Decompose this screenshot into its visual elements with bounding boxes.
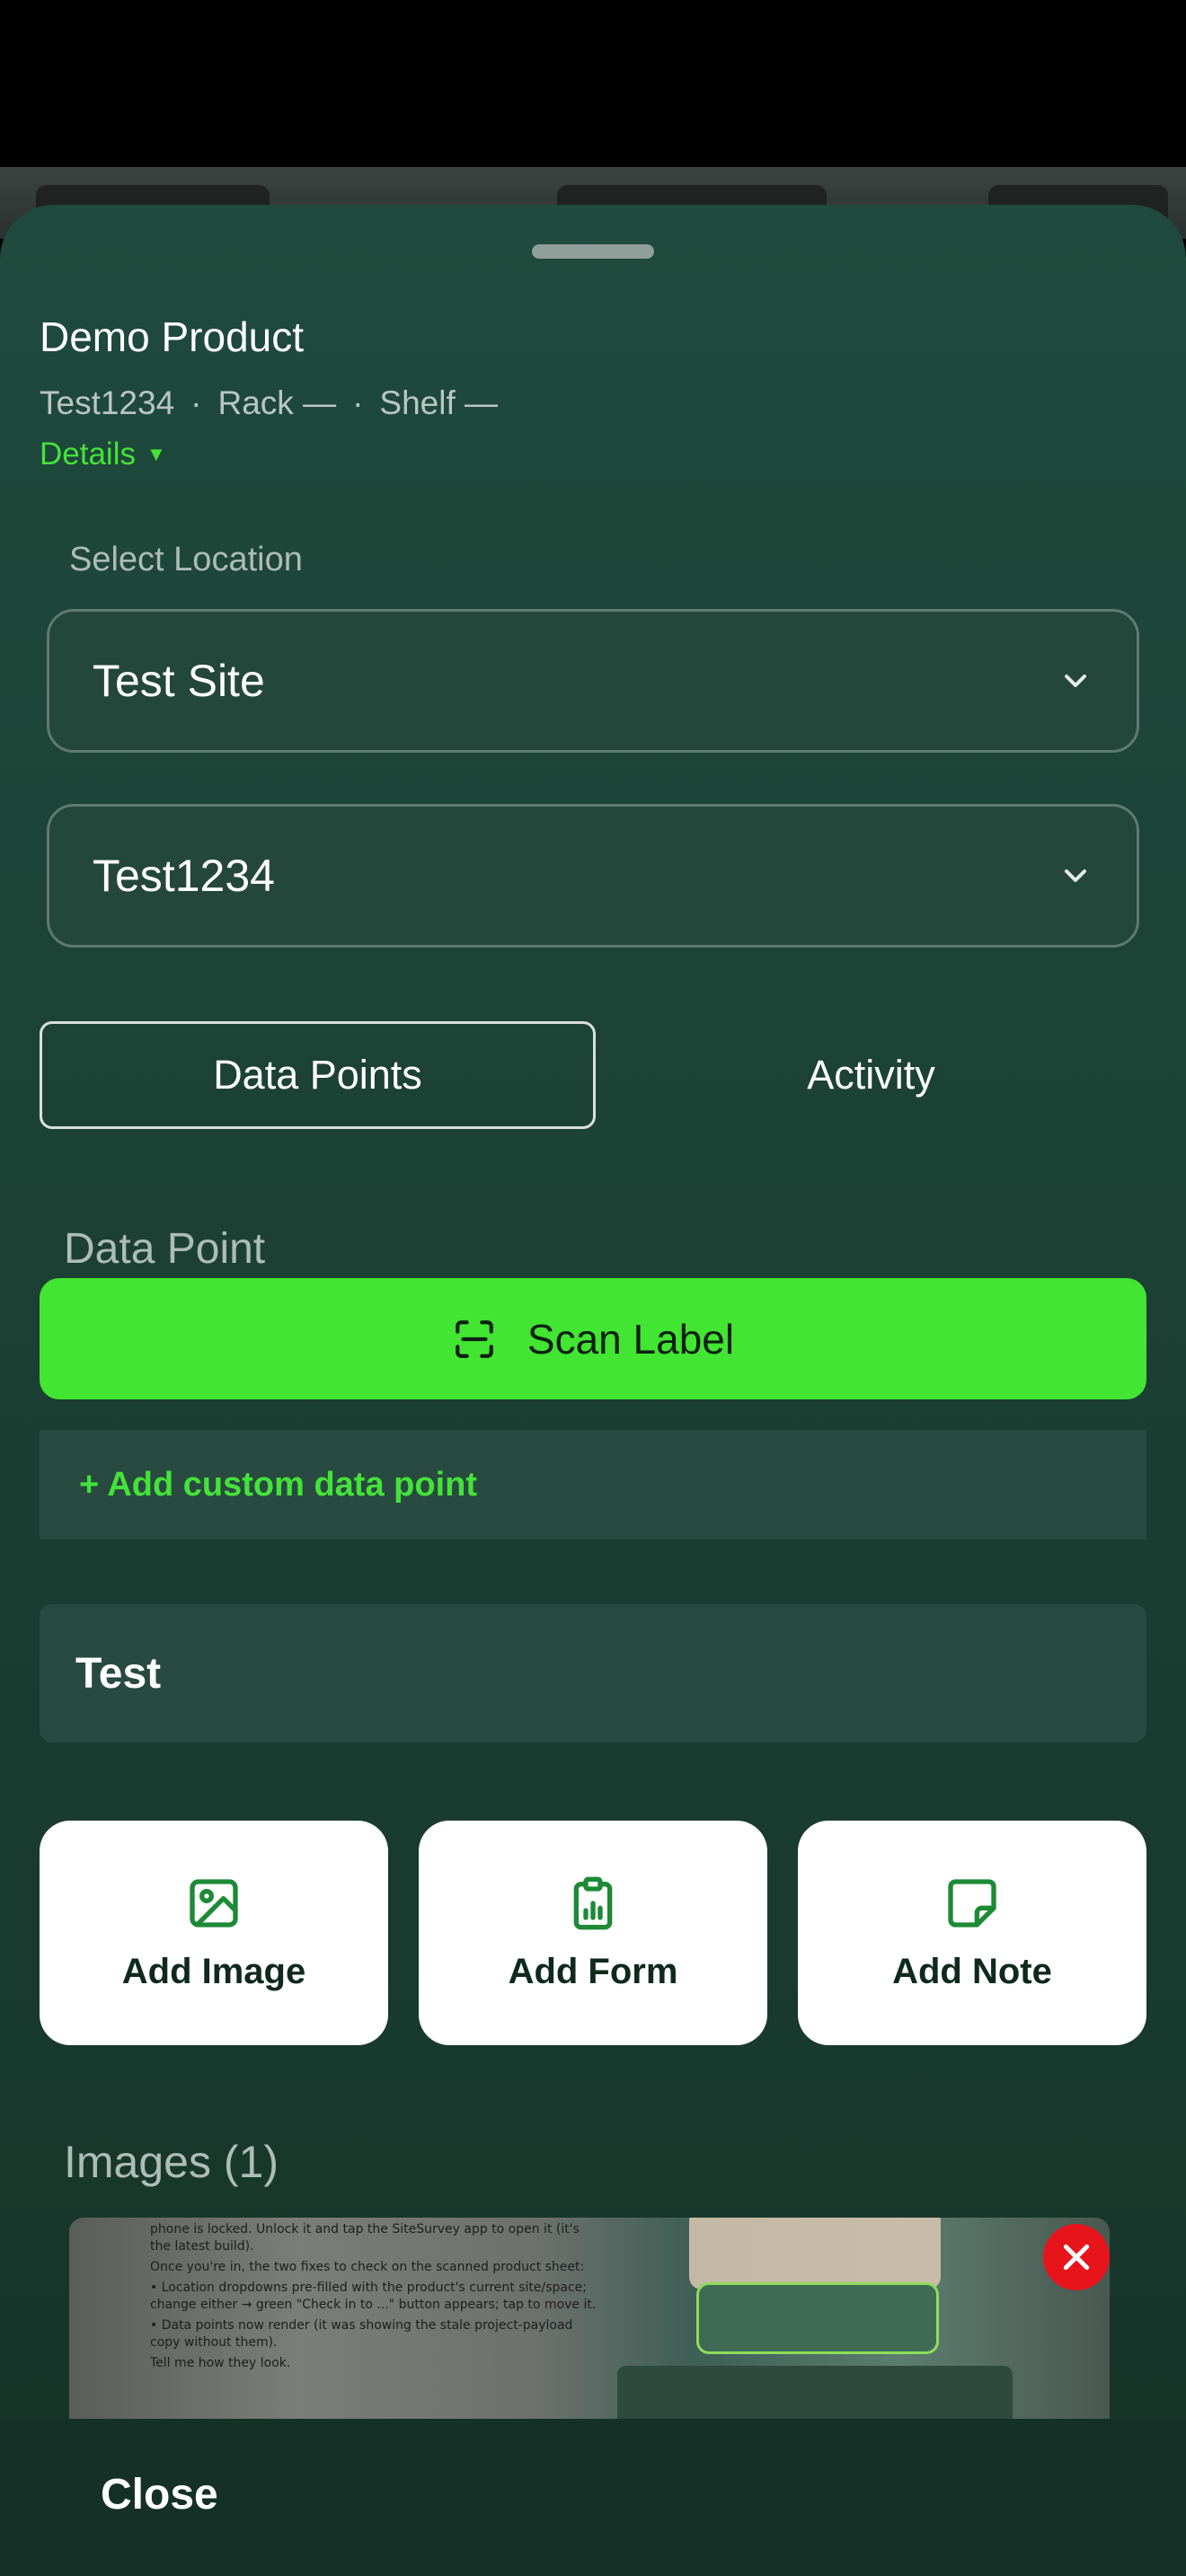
details-toggle[interactable]: Details ▼ bbox=[40, 437, 166, 472]
details-label: Details bbox=[40, 437, 136, 472]
space-select-value: Test1234 bbox=[93, 851, 275, 901]
chevron-down-icon bbox=[1065, 675, 1086, 687]
site-select-value: Test Site bbox=[93, 656, 265, 706]
drag-handle[interactable] bbox=[532, 244, 654, 259]
add-image-label: Add Image bbox=[121, 1951, 306, 1991]
tab-data-points[interactable]: Data Points bbox=[40, 1021, 596, 1129]
add-form-label: Add Form bbox=[508, 1951, 678, 1991]
product-shelf: Shelf — bbox=[379, 384, 499, 421]
sticky-note-icon bbox=[948, 1878, 996, 1928]
status-bar bbox=[0, 0, 1186, 167]
close-button[interactable]: Close bbox=[101, 2470, 218, 2519]
space-select[interactable]: Test1234 bbox=[47, 804, 1139, 948]
tab-activity[interactable]: Activity bbox=[596, 1021, 1146, 1129]
add-note-label: Add Note bbox=[892, 1951, 1052, 1991]
thumbnail-card bbox=[696, 2282, 939, 2354]
product-rack: Rack — bbox=[217, 384, 337, 421]
tab-bar: Data Points Activity bbox=[40, 1021, 1146, 1129]
site-select[interactable]: Test Site bbox=[47, 609, 1139, 753]
select-location-label: Select Location bbox=[69, 541, 303, 578]
image-icon bbox=[190, 1878, 238, 1928]
scan-frame-icon bbox=[456, 1319, 493, 1358]
scan-label-button[interactable]: Scan Label bbox=[40, 1278, 1146, 1399]
thumbnail-document-text: phone is locked. Unlock it and tap the S… bbox=[150, 2222, 597, 2370]
add-note-button[interactable]: Add Note bbox=[798, 1821, 1146, 2045]
image-thumbnail[interactable]: phone is locked. Unlock it and tap the S… bbox=[69, 2218, 1110, 2421]
chevron-down-icon bbox=[1065, 869, 1086, 882]
add-image-button[interactable]: Add Image bbox=[40, 1821, 388, 2045]
images-heading: Images (1) bbox=[64, 2137, 279, 2187]
meta-separator: · bbox=[190, 384, 202, 421]
caret-down-icon: ▼ bbox=[146, 443, 166, 465]
add-custom-data-point-button[interactable]: + Add custom data point bbox=[40, 1430, 1146, 1539]
thumbnail-card bbox=[617, 2366, 1013, 2421]
close-icon bbox=[1063, 2244, 1090, 2271]
data-point-heading: Data Point bbox=[64, 1225, 266, 1273]
meta-separator: · bbox=[352, 384, 364, 421]
data-point-field[interactable]: Test bbox=[40, 1604, 1146, 1742]
product-name: Demo Product bbox=[40, 313, 305, 360]
remove-image-button[interactable] bbox=[1043, 2224, 1110, 2290]
scan-label-text: Scan Label bbox=[527, 1315, 735, 1363]
thumbnail-card bbox=[689, 2218, 941, 2289]
product-code: Test1234 bbox=[40, 384, 175, 421]
clipboard-chart-icon bbox=[573, 1876, 613, 1929]
add-form-button[interactable]: Add Form bbox=[419, 1821, 767, 2045]
product-meta: Test1234 · Rack — · Shelf — bbox=[40, 384, 498, 422]
